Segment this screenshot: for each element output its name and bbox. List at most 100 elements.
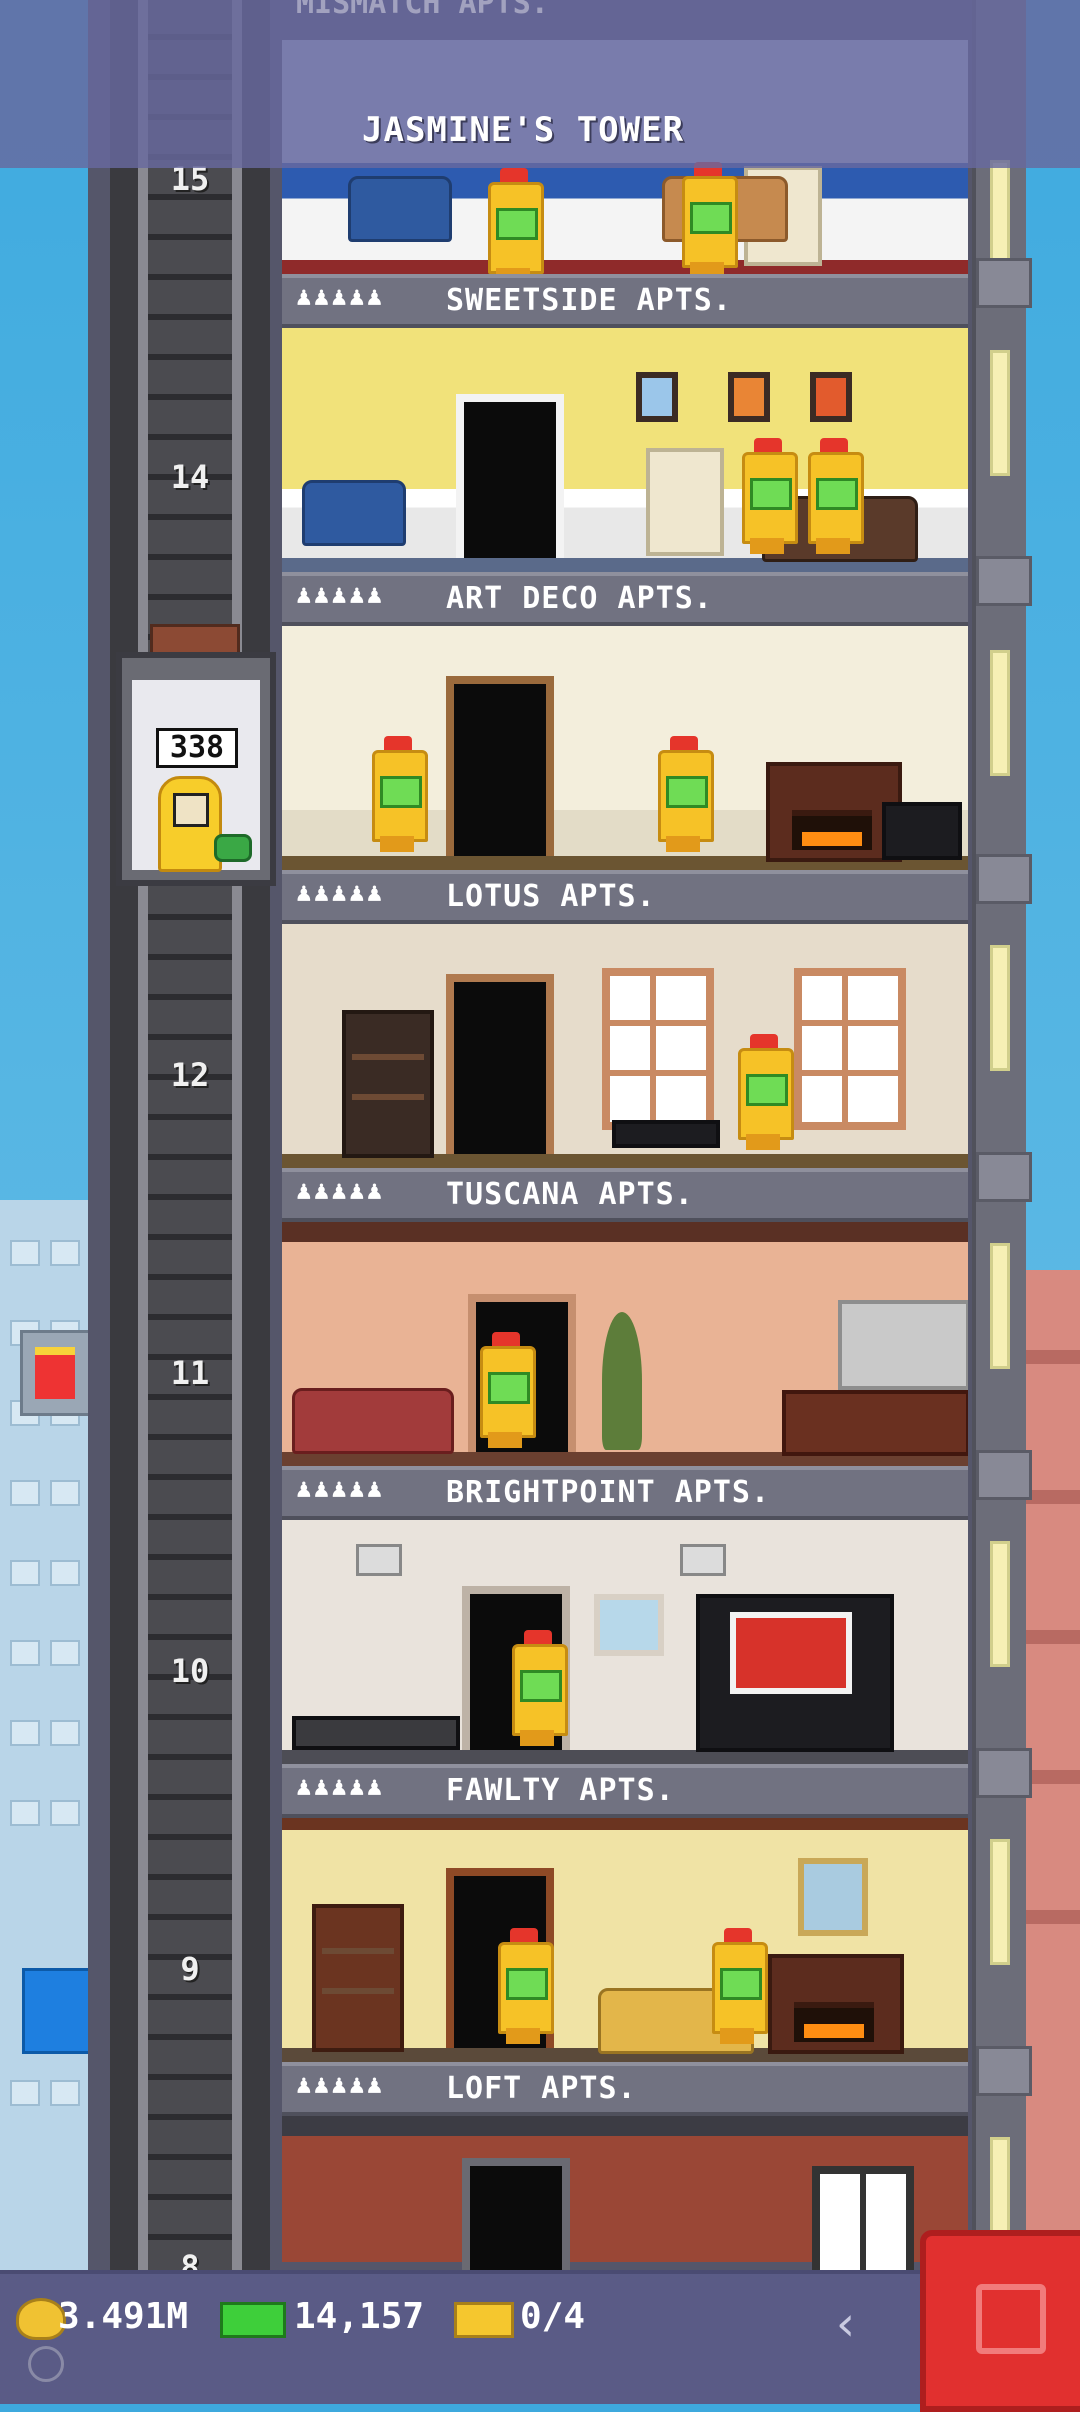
topiary-plant [602, 1312, 642, 1450]
bitizen-chicken[interactable] [732, 1034, 794, 1152]
floor-sign-sweetside[interactable]: ♟♟♟♟♟ SWEETSIDE APTS. [282, 274, 968, 328]
build-floor-button[interactable] [920, 2230, 1080, 2412]
floor-loft-apts[interactable] [282, 2116, 968, 2276]
floor-stars: ♟♟♟♟♟ [296, 580, 385, 610]
wall-light [990, 1541, 1010, 1667]
column-bracket [976, 556, 1032, 606]
bitizen-chicken[interactable] [366, 736, 428, 854]
blue-billboard [22, 1968, 94, 2054]
pet-turtle [214, 834, 252, 862]
floor-name: ART DECO APTS. [446, 581, 713, 616]
coins-count[interactable]: 3.491M [58, 2296, 188, 2337]
puzzle-icon [976, 2284, 1046, 2354]
bitizen-chicken[interactable] [676, 162, 738, 274]
apartment-door[interactable] [446, 676, 554, 856]
ticket-icon [454, 2302, 514, 2338]
coin-overlay-icon [28, 2346, 64, 2382]
floor-name: LOTUS APTS. [446, 879, 656, 914]
elevator-car[interactable]: 338 [116, 652, 276, 886]
wall-picture [728, 372, 770, 422]
partial-floor-label: MISMATCH APTS. [296, 0, 549, 21]
floor-name: BRIGHTPOINT APTS. [446, 1475, 771, 1510]
shoji-window [794, 968, 906, 1130]
kitchen-cabinet [838, 1300, 968, 1390]
wall-light [990, 650, 1010, 776]
column-bracket [976, 854, 1032, 904]
column-bracket [976, 1152, 1032, 1202]
bitizen-chicken[interactable] [736, 438, 798, 556]
floor-sign-loft[interactable]: ♟♟♟♟♟ LOFT APTS. [282, 2062, 968, 2116]
floor-number-14: 14 [170, 458, 210, 496]
floor-number-10: 10 [170, 1652, 210, 1690]
floor-brightpoint-apts[interactable] [282, 1520, 968, 1764]
floor-name: SWEETSIDE APTS. [446, 283, 732, 318]
floor-stars: ♟♟♟♟♟ [296, 878, 385, 908]
floor-number-12: 12 [170, 1056, 210, 1094]
wall-light [990, 350, 1010, 476]
floor-stars: ♟♟♟♟♟ [296, 2070, 385, 2100]
bux-icon [220, 2302, 286, 2338]
wall-picture [798, 1858, 868, 1936]
sofa [292, 1388, 454, 1454]
wall-light [990, 945, 1010, 1071]
floor-name: FAWLTY APTS. [446, 1773, 675, 1808]
bitizen-chicken[interactable] [506, 1630, 568, 1748]
tv-screen [730, 1612, 852, 1694]
floor-sign-lotus[interactable]: ♟♟♟♟♟ LOTUS APTS. [282, 870, 968, 924]
elevator-rail-right [232, 0, 242, 2280]
floor-sign-tuscana[interactable]: ♟♟♟♟♟ TUSCANA APTS. [282, 1168, 968, 1222]
ceiling-lamp [680, 1544, 726, 1576]
bookshelf [312, 1904, 404, 2052]
elevator-rail-left [138, 0, 148, 2280]
floor-name: LOFT APTS. [446, 2071, 637, 2106]
floor-sign-art-deco[interactable]: ♟♟♟♟♟ ART DECO APTS. [282, 572, 968, 626]
arcade-machine [646, 448, 724, 556]
wall-picture [636, 372, 678, 422]
floor-art-deco-apts[interactable] [282, 626, 968, 870]
floor-number-9: 9 [180, 1950, 200, 1988]
bitizen-chicken[interactable] [474, 1332, 536, 1450]
column-bracket [976, 2046, 1032, 2096]
apartment-door[interactable] [446, 974, 554, 1154]
floor-tuscana-apts[interactable] [282, 1222, 968, 1466]
floor-number-11: 11 [170, 1354, 210, 1392]
fries-billboard [20, 1330, 92, 1416]
wall-picture [594, 1594, 664, 1656]
column-bracket [976, 1748, 1032, 1798]
dining-table [292, 1716, 460, 1750]
apartment-door[interactable] [456, 394, 564, 558]
bitizen-chicken[interactable] [652, 736, 714, 854]
tickets-count[interactable]: 0/4 [520, 2296, 585, 2337]
bitizen-chicken[interactable] [706, 1928, 768, 2046]
elevator-rider [158, 776, 222, 872]
floor-stars: ♟♟♟♟♟ [296, 282, 385, 312]
floor-lotus-apts[interactable] [282, 924, 968, 1168]
loft-window [812, 2166, 914, 2276]
armchair-black [882, 802, 962, 860]
floor-stars: ♟♟♟♟♟ [296, 1772, 385, 1802]
column-bracket [976, 258, 1032, 308]
elevator-counter: 338 [156, 728, 238, 768]
tower-title[interactable]: JASMINE'S TOWER [362, 110, 684, 150]
floor-sweetside-apts[interactable] [282, 328, 968, 572]
bitizen-chicken[interactable] [482, 168, 544, 274]
floor-stars: ♟♟♟♟♟ [296, 1176, 385, 1206]
wall-light [990, 1243, 1010, 1369]
wall-light [990, 1839, 1010, 1965]
bitizen-chicken[interactable] [802, 438, 864, 556]
floor-name: TUSCANA APTS. [446, 1177, 694, 1212]
floor-stars: ♟♟♟♟♟ [296, 1474, 385, 1504]
kitchen-counter [782, 1390, 968, 1456]
back-arrow-icon[interactable]: ‹ [818, 2298, 874, 2354]
floor-fawlty-apts[interactable] [282, 1818, 968, 2062]
bux-count[interactable]: 14,157 [294, 2296, 424, 2337]
armchair [348, 176, 452, 242]
fireplace [768, 1954, 904, 2054]
floor-sign-brightpoint[interactable]: ♟♟♟♟♟ BRIGHTPOINT APTS. [282, 1466, 968, 1520]
shoji-window [602, 968, 714, 1130]
floor-sign-fawlty[interactable]: ♟♟♟♟♟ FAWLTY APTS. [282, 1764, 968, 1818]
apartment-door[interactable] [462, 2158, 570, 2276]
low-table [612, 1120, 720, 1148]
column-bracket [976, 1450, 1032, 1500]
bitizen-chicken[interactable] [492, 1928, 554, 2046]
